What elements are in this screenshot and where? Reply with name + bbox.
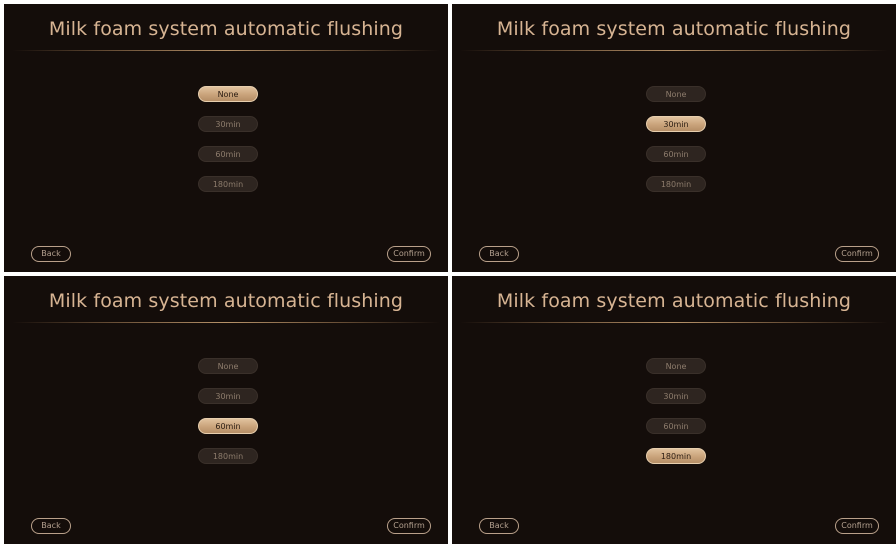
confirm-button[interactable]: Confirm [835,246,879,262]
confirm-button[interactable]: Confirm [387,246,431,262]
option-180min[interactable]: 180min [646,176,706,192]
option-none[interactable]: None [198,86,258,102]
screenshot-grid: Milk foam system automatic flushing None… [0,0,896,544]
option-30min[interactable]: 30min [646,388,706,404]
flushing-screen-panel: Milk foam system automatic flushing None… [4,276,448,544]
option-30min[interactable]: 30min [198,116,258,132]
confirm-button[interactable]: Confirm [387,518,431,534]
option-none[interactable]: None [198,358,258,374]
flushing-screen-panel: Milk foam system automatic flushing None… [452,276,896,544]
option-180min[interactable]: 180min [646,448,706,464]
option-30min[interactable]: 30min [646,116,706,132]
flushing-screen-panel: Milk foam system automatic flushing None… [4,4,448,272]
flushing-screen-panel: Milk foam system automatic flushing None… [452,4,896,272]
back-button[interactable]: Back [479,518,519,534]
option-180min[interactable]: 180min [198,176,258,192]
confirm-button[interactable]: Confirm [835,518,879,534]
option-none[interactable]: None [646,86,706,102]
screen-title: Milk foam system automatic flushing [48,18,404,40]
screen-title: Milk foam system automatic flushing [496,290,852,312]
back-button[interactable]: Back [31,518,71,534]
screen-title: Milk foam system automatic flushing [496,18,852,40]
screen-title: Milk foam system automatic flushing [48,290,404,312]
option-180min[interactable]: 180min [198,448,258,464]
back-button[interactable]: Back [479,246,519,262]
title-divider [460,50,888,51]
option-60min[interactable]: 60min [198,146,258,162]
title-divider [12,50,440,51]
option-60min[interactable]: 60min [198,418,258,434]
option-60min[interactable]: 60min [646,418,706,434]
title-divider [460,322,888,323]
option-30min[interactable]: 30min [198,388,258,404]
option-none[interactable]: None [646,358,706,374]
back-button[interactable]: Back [31,246,71,262]
option-60min[interactable]: 60min [646,146,706,162]
title-divider [12,322,440,323]
